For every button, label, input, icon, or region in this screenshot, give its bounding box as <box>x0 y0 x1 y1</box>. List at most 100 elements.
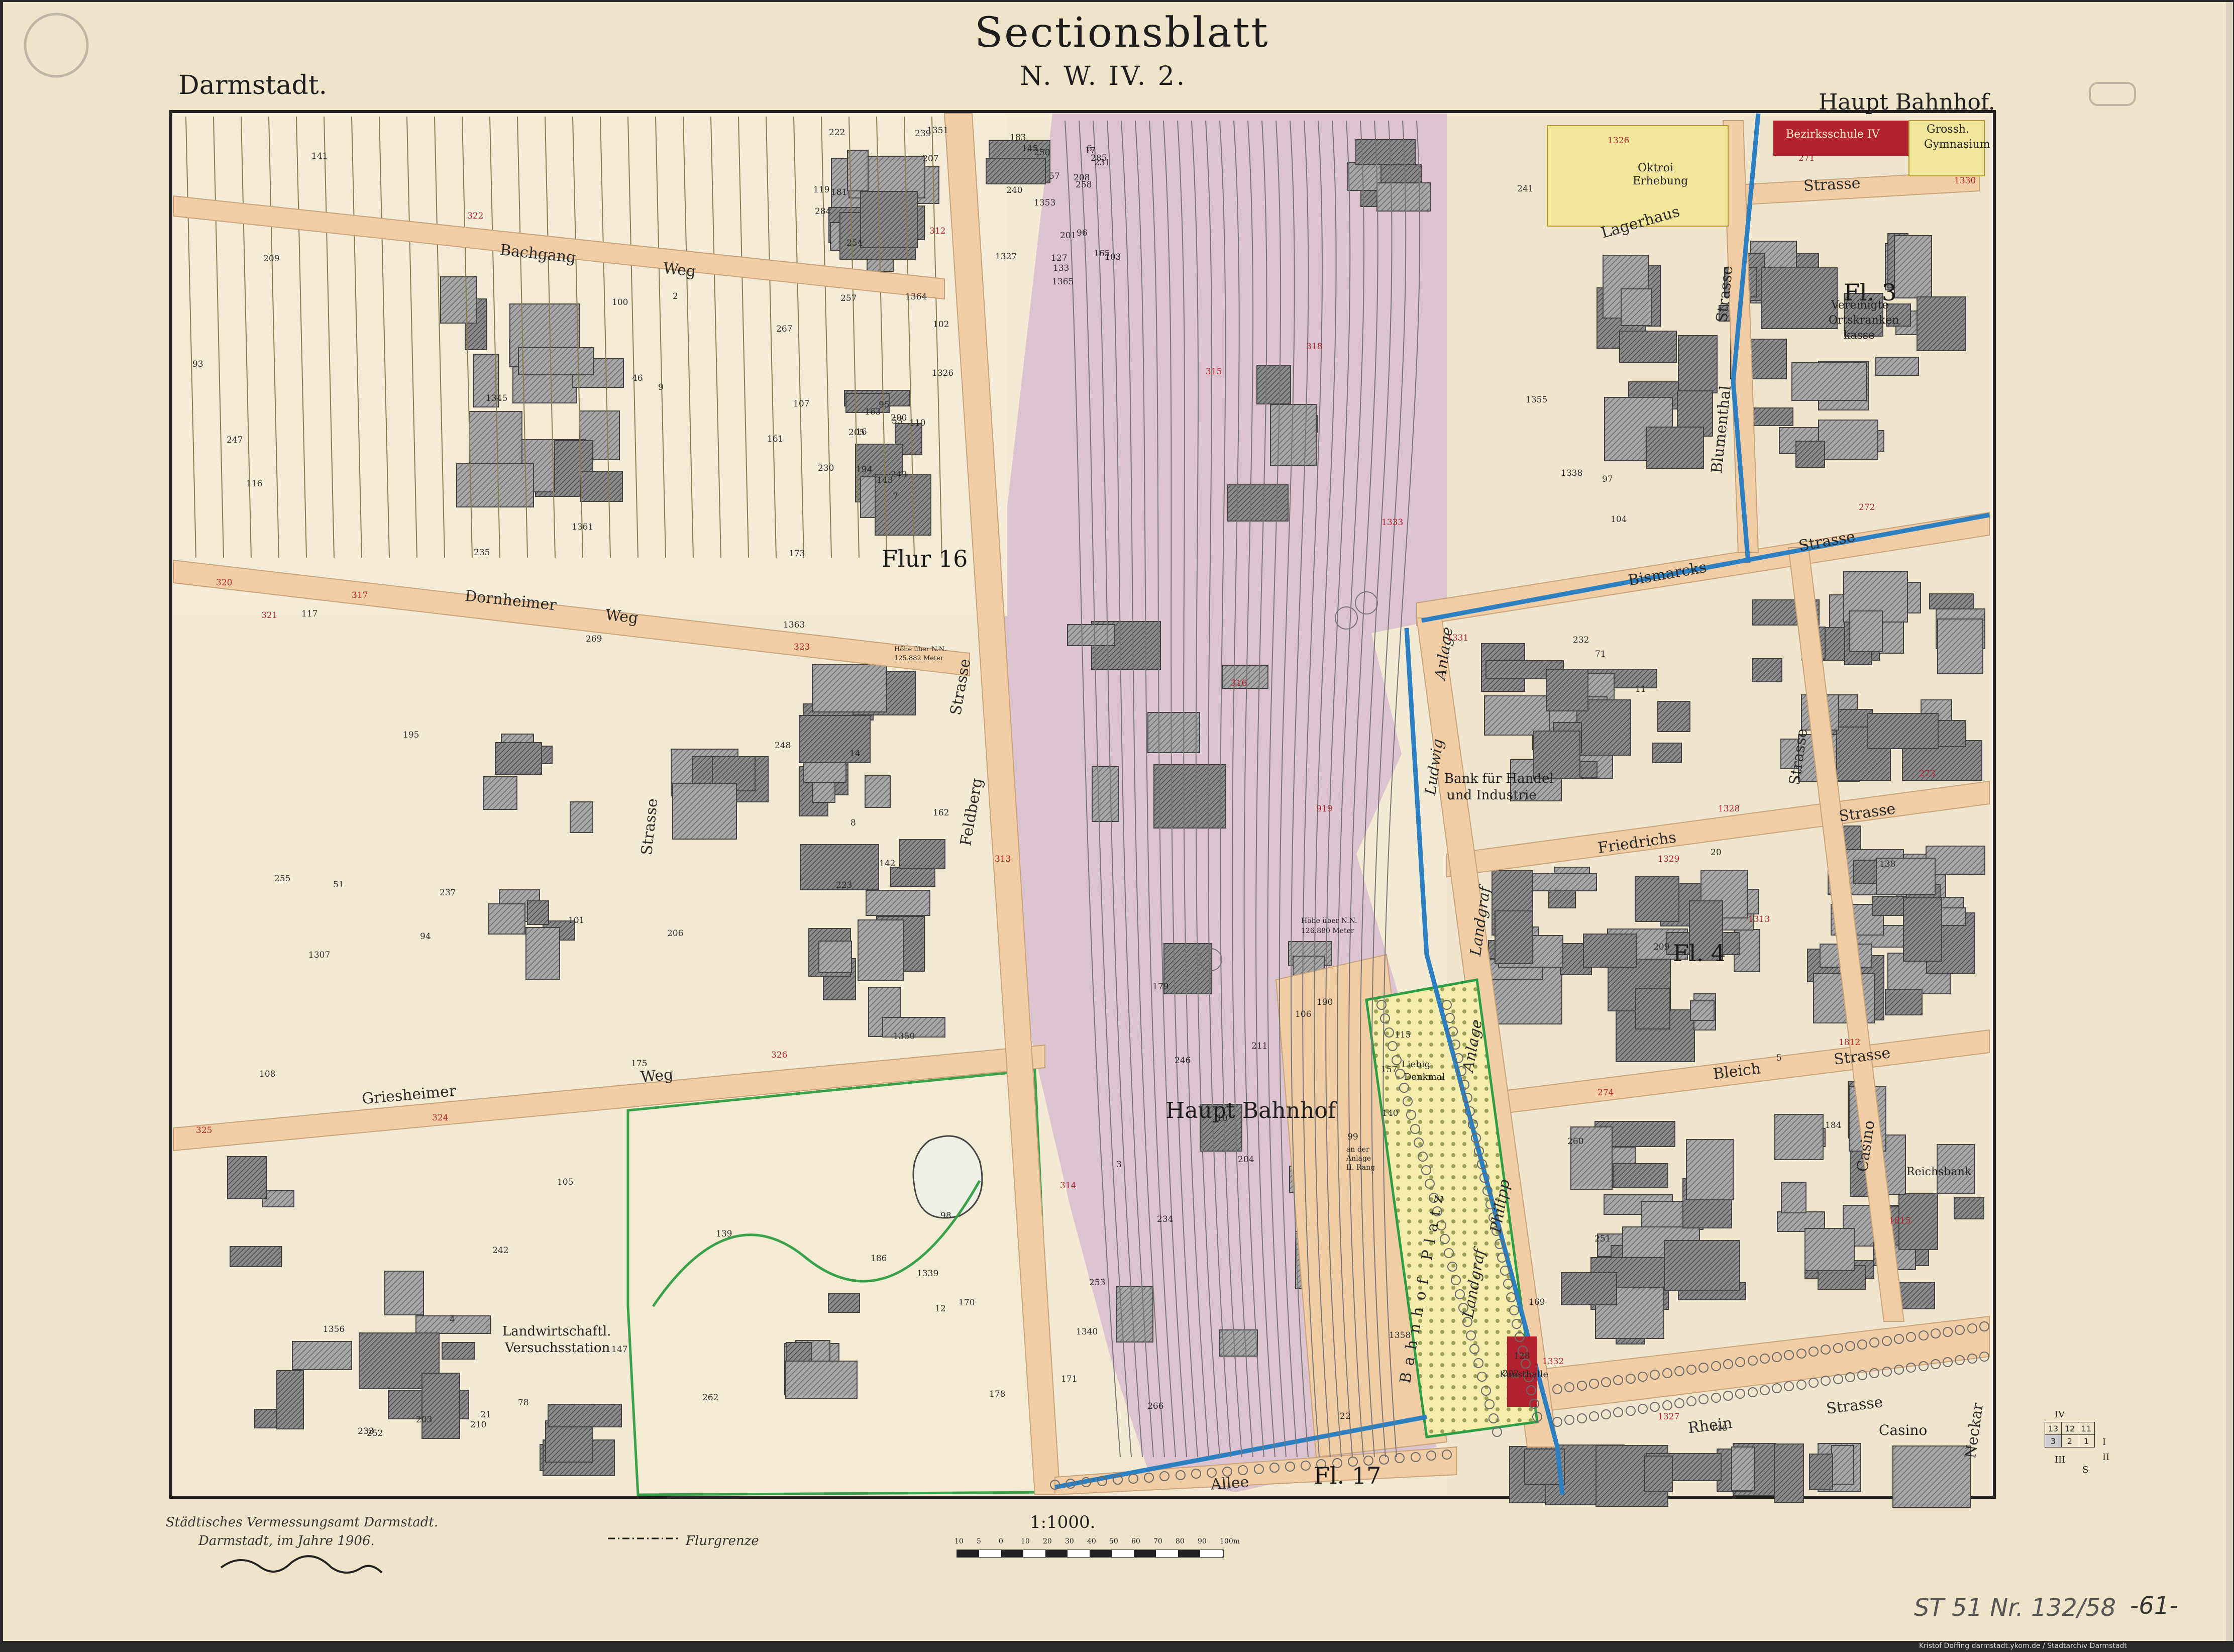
grid-cell: 1 <box>2078 1434 2095 1448</box>
label-reichsbank: Reichsbank <box>1906 1166 1972 1178</box>
building <box>580 471 623 502</box>
road-number: 323 <box>794 642 810 652</box>
parcel-number: 1358 <box>1389 1330 1411 1340</box>
road-number: 274 <box>1598 1088 1614 1098</box>
road-number: 318 <box>1306 342 1323 352</box>
scale-tick-label: 100m <box>1220 1537 1240 1545</box>
building <box>1761 267 1838 329</box>
parcel-number: 2 <box>673 291 678 301</box>
building <box>292 1341 352 1370</box>
building <box>1376 182 1431 212</box>
building <box>227 1156 267 1199</box>
building <box>1875 357 1919 376</box>
road-number: 1330 <box>1954 176 1976 186</box>
building <box>1644 1456 1673 1492</box>
parcel-number: 16 <box>856 427 867 437</box>
garden-area <box>626 1069 1056 1496</box>
building <box>1355 139 1416 165</box>
parcel-number: 119 <box>813 185 830 195</box>
parcel-number: 204 <box>1238 1155 1254 1165</box>
parcel-number: 223 <box>836 880 853 890</box>
parcel-number: 1363 <box>783 620 805 630</box>
scale-tick-label: 30 <box>1065 1537 1074 1545</box>
parcel-number: 5 <box>1776 1053 1782 1063</box>
building <box>1804 1228 1855 1271</box>
parcel-number: 211 <box>1251 1041 1268 1051</box>
building <box>1849 610 1883 652</box>
parcel-number: 14 <box>849 749 861 759</box>
parcel-number: 21 <box>480 1410 491 1420</box>
parcel-number: 163 <box>865 407 881 417</box>
building <box>1657 701 1690 732</box>
parcel-number: 207 <box>922 154 939 164</box>
building <box>1621 288 1652 326</box>
grid-cell: 13 <box>2045 1422 2062 1435</box>
parcel-number: 246 <box>1175 1056 1191 1066</box>
building <box>1495 910 1533 964</box>
label-ortskasse-2: Ortskranken <box>1829 314 1899 327</box>
building <box>440 276 477 324</box>
parcel-number: 1353 <box>1034 198 1056 208</box>
parcel-number: 53 <box>892 416 903 426</box>
building <box>1818 420 1878 460</box>
label-gymnasium-2: Gymnasium <box>1924 138 1990 151</box>
grid-label-s: S <box>2082 1465 2089 1475</box>
street-strasse-north: Strasse <box>1803 174 1861 195</box>
road-number: 1329 <box>1658 854 1680 864</box>
building <box>1831 1445 1854 1485</box>
parcel-number: 250 <box>1034 148 1050 158</box>
cadastral-map <box>0 0 2234 1650</box>
scale-segment <box>957 1550 979 1557</box>
paper-edge <box>2226 2 2233 1641</box>
footer-credit: Kristof Doffing darmstadt.ykom.de / Stad… <box>1919 1642 2127 1650</box>
building <box>1147 712 1200 753</box>
scale-tick-label: 10 <box>1021 1537 1030 1545</box>
road-number: 321 <box>261 610 278 621</box>
parcel-number: 1351 <box>927 126 949 136</box>
parcel-number: 1327 <box>995 252 1017 262</box>
parcel-number: 249 <box>891 470 907 480</box>
building <box>1561 1272 1617 1305</box>
building <box>1903 897 1942 962</box>
road-number: 322 <box>467 211 484 221</box>
building <box>1894 235 1932 298</box>
road-number: 1328 <box>1718 804 1740 814</box>
scale-ratio: 1:1000. <box>1030 1512 1096 1532</box>
parcel-number: 1350 <box>893 1031 915 1042</box>
parcel-number: 184 <box>1825 1120 1842 1130</box>
scale-tick-label: 50 <box>1109 1537 1118 1545</box>
building <box>483 776 517 810</box>
parcel-number: 203 <box>416 1415 433 1425</box>
parcel-number: 252 <box>367 1428 383 1438</box>
parcel-number: 190 <box>1317 997 1333 1007</box>
road-number: 919 <box>1316 804 1333 814</box>
label-fl-17: Fl. 17 <box>1314 1462 1381 1489</box>
road-number: 1815 <box>1889 1216 1911 1226</box>
parcel-number: 241 <box>1517 184 1534 194</box>
parcel-number: 117 <box>301 609 318 619</box>
parcel-number: 101 <box>568 915 585 925</box>
building <box>1867 713 1939 749</box>
building <box>421 1373 460 1439</box>
building <box>525 927 560 980</box>
building <box>1809 1454 1833 1490</box>
parcel-number: 230 <box>818 463 834 473</box>
scale-tick-label: 20 <box>1043 1537 1052 1545</box>
label-bezirksschule: Bezirksschule IV <box>1786 128 1880 141</box>
parcel-number: 106 <box>1295 1009 1312 1019</box>
parcel-number: 7 <box>893 491 898 501</box>
building <box>1892 1446 1971 1508</box>
parcel-number: 186 <box>871 1254 887 1264</box>
building <box>1686 1139 1734 1200</box>
scale-tick-label: 90 <box>1198 1537 1207 1545</box>
building <box>1652 743 1682 763</box>
parcel-number: 171 <box>1061 1374 1078 1384</box>
building <box>495 742 542 775</box>
building <box>1092 766 1119 822</box>
building <box>890 867 935 887</box>
parcel-number: 1361 <box>572 522 594 532</box>
scale-segment <box>1001 1550 1023 1557</box>
page-number: -61- <box>2130 1592 2178 1620</box>
parcel-number: 237 <box>440 888 456 898</box>
street-weg-1: Weg <box>662 259 697 281</box>
